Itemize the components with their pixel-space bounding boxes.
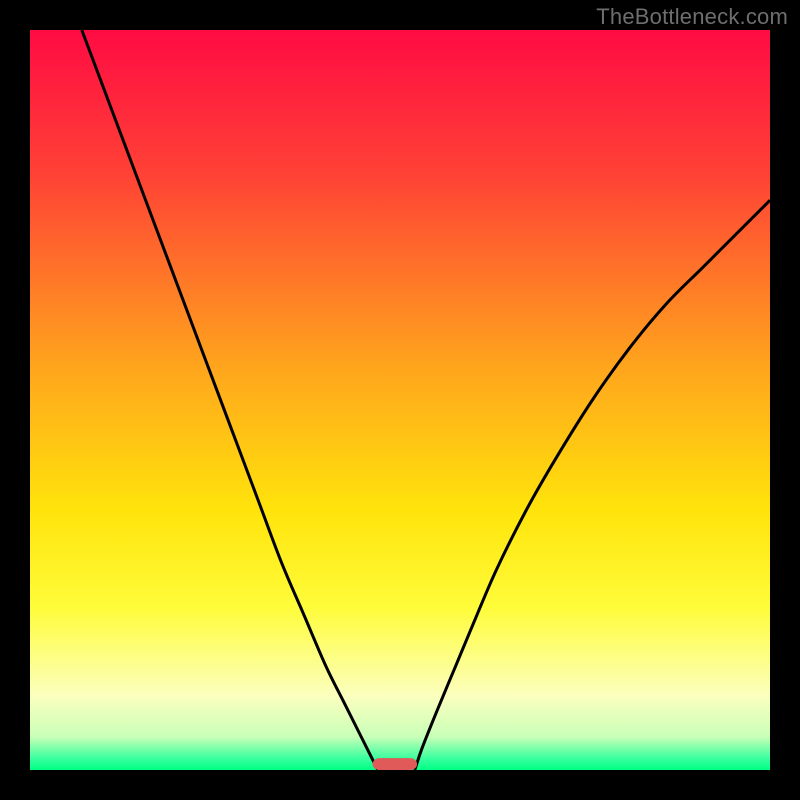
plot-area xyxy=(30,30,770,770)
gradient-background xyxy=(30,30,770,770)
watermark-text: TheBottleneck.com xyxy=(596,4,788,30)
chart-frame: TheBottleneck.com xyxy=(0,0,800,800)
chart-svg xyxy=(30,30,770,770)
bottleneck-marker xyxy=(373,758,417,770)
